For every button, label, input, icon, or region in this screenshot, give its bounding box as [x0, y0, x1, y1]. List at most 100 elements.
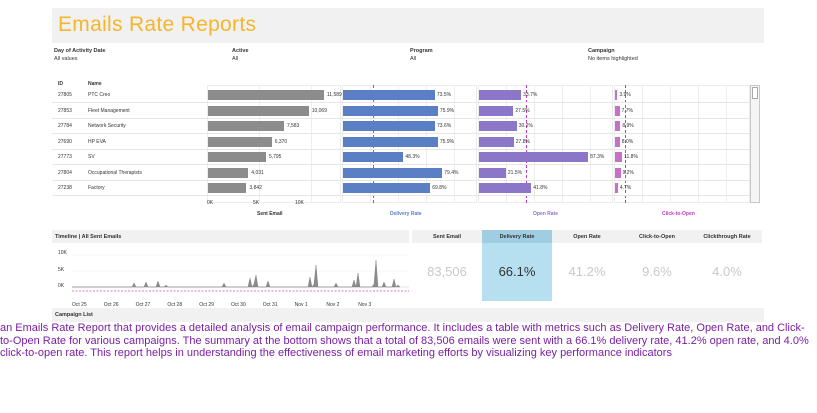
table-row[interactable]: 27773 SV 5,795 48.3% 87.3% 11.8% [52, 150, 752, 165]
sent-email-bar[interactable] [208, 152, 266, 162]
campaign-id: 27690 [58, 138, 72, 145]
filter-program[interactable]: Program All [410, 47, 433, 63]
kpi-delivery-rate[interactable]: Delivery Rate 66.1% [482, 230, 552, 316]
campaign-name[interactable]: Factory [88, 185, 105, 191]
delivery-rate-value: 75.9% [439, 138, 455, 145]
filter-value[interactable]: All [232, 55, 249, 63]
campaign-name[interactable]: PTC Creo [88, 92, 110, 98]
click-to-open-bar[interactable] [615, 183, 618, 193]
caption-text: an Emails Rate Report that provides a de… [0, 322, 809, 359]
campaign-id: 27853 [58, 107, 72, 114]
filter-day-of-activity[interactable]: Day of Activity Date All values [54, 47, 105, 63]
click-to-open-value: 11.8% [624, 154, 638, 160]
click-to-open-bar[interactable] [615, 121, 621, 131]
sent-email-value: 3,842 [249, 185, 262, 191]
table-row[interactable]: 27805 PTC Creo 11,589 73.5% 33.7% 3.9% [52, 88, 752, 103]
open-rate-value: 30.2% [518, 123, 533, 129]
click-to-open-bar[interactable] [615, 152, 623, 162]
timeline-chart[interactable] [72, 245, 409, 295]
sent-email-value: 7,583 [286, 123, 300, 129]
kpi-label: Delivery Rate [482, 230, 552, 243]
delivery-rate-bar[interactable] [343, 105, 438, 116]
campaign-name[interactable]: Fleet Management [88, 108, 130, 114]
campaign-id: 27805 [58, 92, 72, 98]
delivery-rate-bar[interactable] [343, 90, 435, 100]
kpi-label: Open Rate [552, 230, 622, 243]
filter-value[interactable]: All values [54, 55, 105, 63]
timeline-title: Timeline | All Sent Emails [52, 230, 409, 243]
open-rate-bar[interactable] [479, 136, 514, 147]
sent-email-bar[interactable] [208, 136, 272, 147]
open-rate-value: 21.5% [507, 169, 523, 176]
kpi-sent-email[interactable]: Sent Email 83,506 [412, 230, 482, 316]
column-header-name[interactable]: Name [88, 81, 102, 87]
delivery-rate-bar[interactable] [343, 183, 431, 193]
table-row[interactable]: 27238 Factory 3,842 69.8% 41.8% 4.7% [52, 181, 752, 196]
title-bar: Emails Rate Reports [52, 8, 764, 43]
delivery-rate-bar[interactable] [343, 167, 443, 178]
sent-email-bar[interactable] [208, 90, 324, 100]
open-rate-bar[interactable] [479, 105, 514, 116]
delivery-rate-bar[interactable] [343, 121, 435, 131]
campaign-list-header[interactable]: Campaign List [52, 308, 764, 322]
filter-label: Program [410, 48, 433, 54]
open-axis-title: Open Rate [533, 211, 559, 217]
kpi-clickthrough-rate[interactable]: Clickthrough Rate 4.0% [692, 230, 762, 316]
filter-label: Day of Activity Date [54, 48, 106, 54]
campaign-name[interactable]: Network Security [88, 123, 126, 129]
open-rate-value: 27.8% [515, 138, 530, 145]
open-rate-bar[interactable] [479, 90, 522, 100]
cto-axis-title: Click-to-Open [662, 211, 695, 217]
filter-bar: Day of Activity Date All values Active A… [52, 47, 764, 69]
sent-email-bar[interactable] [208, 121, 284, 131]
delivery-rate-value: 73.5% [436, 92, 452, 98]
timeline-y-tick: 5K [58, 267, 65, 273]
campaign-name[interactable]: HP EVA [88, 139, 106, 145]
table-row[interactable]: 27784 Network Security 7,583 73.6% 30.2% 8.9% [52, 119, 752, 134]
kpi-click-to-open[interactable]: Click-to-Open 9.6% [622, 230, 692, 316]
column-header-id[interactable]: ID [58, 81, 63, 87]
kpi-value: 83,506 [427, 264, 467, 279]
open-rate-bar[interactable] [479, 167, 506, 178]
sent-email-bar[interactable] [208, 167, 249, 178]
open-rate-bar[interactable] [479, 152, 589, 162]
filter-value[interactable]: All [410, 55, 433, 63]
filter-campaign[interactable]: Campaign No items highlighted [588, 47, 638, 63]
sent-email-value: 5,795 [268, 154, 282, 160]
sent-axis-tick: 0K [207, 200, 214, 206]
click-to-open-value: 8.0% [621, 138, 634, 145]
campaign-id: 27804 [58, 169, 72, 176]
sent-email-bar[interactable] [208, 105, 309, 116]
scrollbar-thumb[interactable] [752, 87, 758, 99]
open-rate-value: 41.8% [533, 185, 548, 191]
click-to-open-bar[interactable] [615, 90, 618, 100]
click-to-open-value: 3.9% [619, 92, 631, 98]
timeline-y-tick: 0K [58, 283, 65, 289]
filter-label: Active [232, 48, 249, 54]
click-to-open-bar[interactable] [615, 167, 621, 178]
filter-value[interactable]: No items highlighted [588, 55, 638, 63]
sent-axis-title: Sent Email [257, 211, 283, 217]
table-row[interactable]: 27690 HP EVA 6,370 75.9% 27.8% 8.0% [52, 135, 752, 150]
timeline-y-tick: 10K [58, 250, 67, 256]
delivery-rate-bar[interactable] [343, 136, 438, 147]
filter-active[interactable]: Active All [232, 47, 249, 63]
click-to-open-bar[interactable] [615, 105, 620, 116]
open-rate-value: 27.5% [515, 107, 530, 114]
kpi-open-rate[interactable]: Open Rate 41.2% [552, 230, 622, 316]
table-row[interactable]: 27853 Fleet Management 10,069 75.9% 27.5% 7.7… [52, 104, 752, 119]
sent-email-bar[interactable] [208, 183, 247, 193]
campaign-name[interactable]: SV [88, 154, 95, 160]
open-rate-bar[interactable] [479, 183, 532, 193]
table-scrollbar[interactable] [750, 85, 760, 203]
click-to-open-value: 4.7% [619, 185, 632, 191]
campaign-name[interactable]: Occupational Therapists [88, 170, 142, 176]
table-row[interactable]: 27804 Occupational Therapists 4,031 79.4% 21… [52, 166, 752, 181]
campaign-id: 27784 [58, 123, 72, 129]
delivery-rate-bar[interactable] [343, 152, 404, 162]
dashboard-title: Emails Rate Reports [58, 13, 257, 36]
click-to-open-bar[interactable] [615, 136, 620, 147]
open-rate-bar[interactable] [479, 121, 517, 131]
sent-email-value: 6,370 [274, 138, 288, 145]
delivery-rate-value: 79.4% [444, 169, 459, 176]
